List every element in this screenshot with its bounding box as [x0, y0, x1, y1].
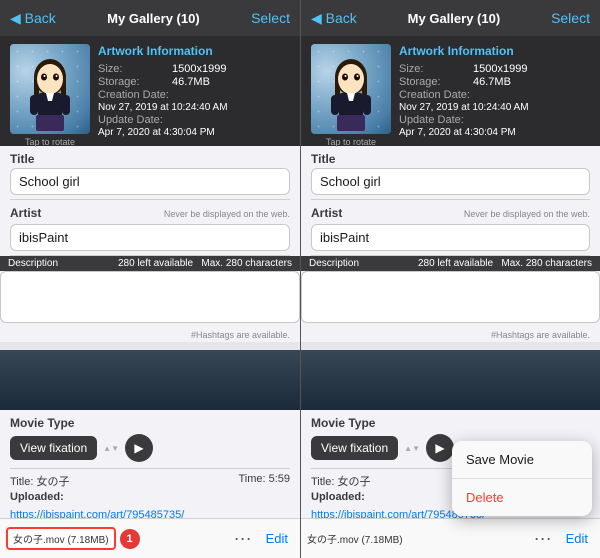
storage-label-left: Storage: — [98, 76, 168, 88]
desc-chars-left: 280 left available Max. 280 characters — [118, 258, 292, 269]
mov-filename-right[interactable]: 女の子.mov (7.18MB) — [307, 531, 403, 546]
nav-bar-left: ◀ Back My Gallery (10) Select — [0, 0, 300, 36]
view-fixation-button-right[interactable]: View fixation — [311, 436, 398, 460]
artist-note-right: Never be displayed on the web. — [464, 209, 590, 219]
edit-button-left[interactable]: Edit — [260, 529, 294, 548]
size-label-left: Size: — [98, 63, 168, 75]
badge-count-left: 1 — [120, 529, 140, 549]
artist-input-right[interactable] — [311, 224, 590, 251]
movie-type-section-left: Movie Type View fixation ▲▼ ▶ — [0, 410, 300, 468]
update-value-right: Apr 7, 2020 at 4:30:04 PM — [399, 127, 516, 138]
desc-label-right: Description — [309, 258, 359, 269]
title-input-right[interactable] — [311, 168, 590, 195]
artwork-header-left: Tap to rotate Artwork Information Size: … — [0, 36, 300, 146]
tap-rotate-label-right: Tap to rotate — [311, 137, 391, 147]
back-button-right[interactable]: ◀ Back — [311, 10, 357, 27]
creation-label-right: Creation Date: — [399, 89, 470, 101]
creation-value-left: Nov 27, 2019 at 10:24:40 AM — [98, 102, 228, 113]
movie-type-label-right: Movie Type — [311, 416, 590, 430]
artist-section-right: Artist Never be displayed on the web. — [301, 200, 600, 255]
nav-title-right: My Gallery (10) — [408, 11, 501, 26]
update-value-left: Apr 7, 2020 at 4:30:04 PM — [98, 127, 215, 138]
storage-value-left: 46.7MB — [172, 76, 210, 88]
desc-label-left: Description — [8, 258, 58, 269]
edit-button-right[interactable]: Edit — [560, 529, 594, 548]
artwork-image-left — [20, 59, 80, 134]
artist-field-label-left: Artist — [10, 206, 41, 220]
artwork-info-right: Artwork Information Size: 1500x1999 Stor… — [399, 44, 590, 138]
artwork-bg-left — [0, 350, 300, 410]
desc-header-left: Description 280 left available Max. 280 … — [0, 256, 300, 328]
title-section-right: Title — [301, 146, 600, 199]
movie-controls-left: View fixation ▲▼ ▶ — [10, 434, 290, 462]
context-save-movie[interactable]: Save Movie — [452, 441, 592, 479]
bottom-toolbar-right: 女の子.mov (7.18MB) ··· Edit — [301, 518, 600, 558]
title-info-right: Title: 女の子 — [311, 473, 371, 489]
desc-textarea-right[interactable] — [301, 271, 600, 323]
artwork-thumbnail-left[interactable]: Tap to rotate — [10, 44, 90, 134]
play-button-right[interactable]: ▶ — [426, 434, 454, 462]
tap-rotate-label-left: Tap to rotate — [10, 137, 90, 147]
select-button-right[interactable]: Select — [551, 10, 590, 26]
time-info-left: Time: 5:59 — [238, 473, 290, 489]
bottom-toolbar-left: 女の子.mov (7.18MB) 1 ··· Edit — [0, 518, 300, 558]
nav-title-left: My Gallery (10) — [107, 11, 200, 26]
artwork-info-title-right: Artwork Information — [399, 44, 590, 58]
size-label-right: Size: — [399, 63, 469, 75]
size-value-right: 1500x1999 — [473, 63, 527, 75]
update-label-left: Update Date: — [98, 114, 168, 126]
play-button-left[interactable]: ▶ — [125, 434, 153, 462]
creation-label-left: Creation Date: — [98, 89, 169, 101]
hashtag-note-left: #Hashtags are available. — [0, 328, 300, 342]
context-menu-right: Save Movie Delete — [452, 441, 592, 516]
update-label-right: Update Date: — [399, 114, 469, 126]
title-info-left: Title: 女の子 — [10, 473, 70, 489]
creation-value-right: Nov 27, 2019 at 10:24:40 AM — [399, 102, 529, 113]
title-section-left: Title — [0, 146, 300, 199]
toolbar-left-section: 女の子.mov (7.18MB) 1 — [6, 527, 226, 550]
desc-chars-right: 280 left available Max. 280 characters — [418, 258, 592, 269]
artwork-thumbnail-right[interactable]: Tap to rotate — [311, 44, 391, 134]
artist-note-left: Never be displayed on the web. — [164, 209, 290, 219]
artwork-info-left: Artwork Information Size: 1500x1999 Stor… — [98, 44, 290, 138]
storage-label-right: Storage: — [399, 76, 469, 88]
back-button-left[interactable]: ◀ Back — [10, 10, 56, 27]
uploaded-section-left: Title: 女の子 Time: 5:59 Uploaded: https://… — [0, 469, 300, 518]
nav-bar-right: ◀ Back My Gallery (10) Select — [301, 0, 600, 36]
uploaded-link-left[interactable]: https://ibispaint.com/art/795485735/ — [10, 509, 184, 518]
view-fixation-button-left[interactable]: View fixation — [10, 436, 97, 460]
title-field-label-right: Title — [311, 152, 590, 166]
storage-value-right: 46.7MB — [473, 76, 511, 88]
title-field-label-left: Title — [10, 152, 290, 166]
movie-type-label-left: Movie Type — [10, 416, 290, 430]
right-panel: ◀ Back My Gallery (10) Select — [300, 0, 600, 558]
uploaded-label-left: Uploaded: — [10, 491, 64, 503]
artist-field-label-right: Artist — [311, 206, 342, 220]
toolbar-right-section: 女の子.mov (7.18MB) — [307, 531, 526, 546]
chevron-icon-left: ▲▼ — [103, 444, 119, 453]
artwork-info-title-left: Artwork Information — [98, 44, 290, 58]
artwork-image-right — [321, 59, 381, 134]
artwork-bg-right — [301, 350, 600, 410]
uploaded-label-right: Uploaded: — [311, 491, 365, 503]
desc-header-right: Description 280 left available Max. 280 … — [301, 256, 600, 328]
dots-button-left[interactable]: ··· — [230, 526, 256, 551]
title-input-left[interactable] — [10, 168, 290, 195]
desc-textarea-left[interactable] — [0, 271, 300, 323]
chevron-icon-right: ▲▼ — [404, 444, 420, 453]
artist-input-left[interactable] — [10, 224, 290, 251]
form-area-left: Title Artist Never be displayed on the w… — [0, 146, 300, 518]
size-value-left: 1500x1999 — [172, 63, 226, 75]
artist-section-left: Artist Never be displayed on the web. — [0, 200, 300, 255]
hashtag-note-right: #Hashtags are available. — [301, 328, 600, 342]
dots-button-right[interactable]: ··· — [530, 526, 556, 551]
left-panel: ◀ Back My Gallery (10) Select — [0, 0, 300, 558]
context-delete[interactable]: Delete — [452, 479, 592, 516]
artwork-header-right: Tap to rotate Artwork Information Size: … — [301, 36, 600, 146]
mov-filename-left[interactable]: 女の子.mov (7.18MB) — [6, 527, 116, 550]
select-button-left[interactable]: Select — [251, 10, 290, 26]
